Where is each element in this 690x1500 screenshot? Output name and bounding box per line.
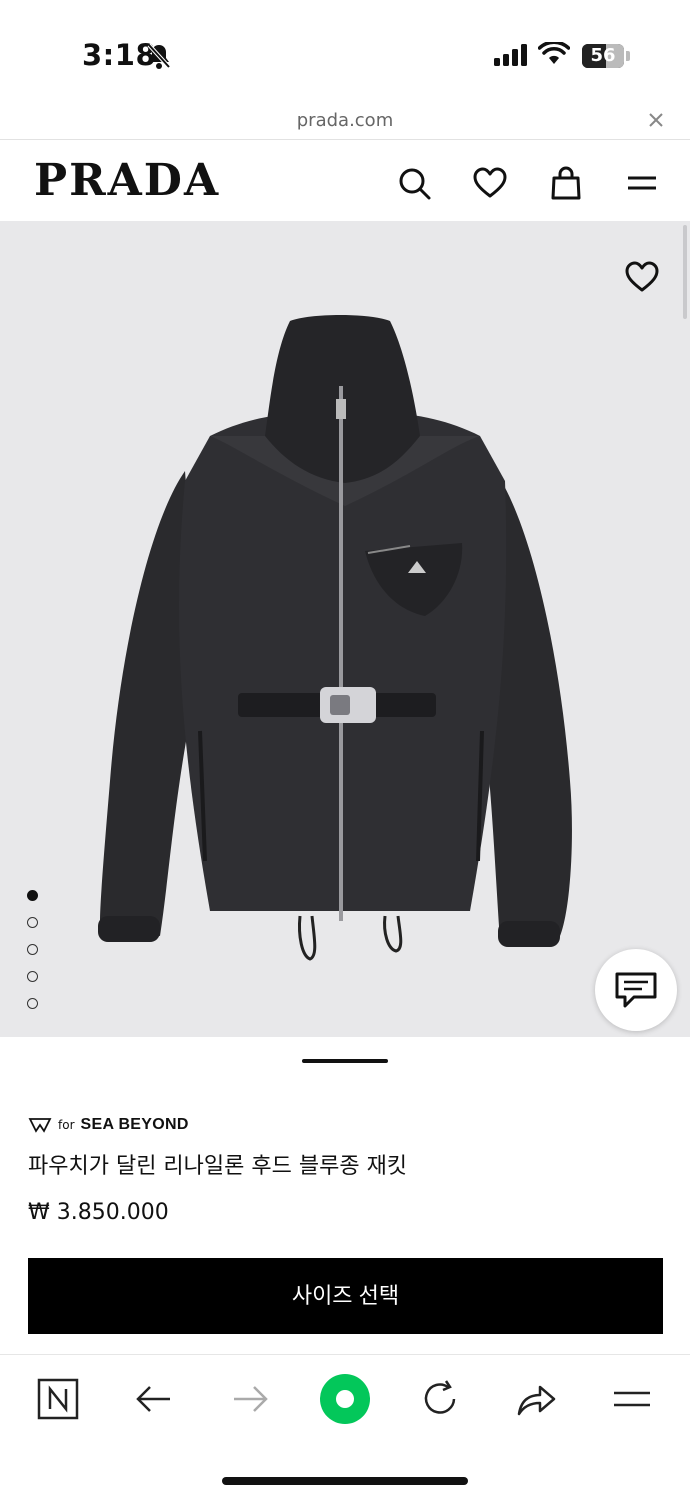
heart-icon[interactable] [472,165,508,201]
wifi-icon [538,42,570,64]
status-bar: 3:18 56 [0,0,690,100]
prada-logo[interactable]: PRADA [34,155,220,206]
gallery-progress [302,1059,388,1063]
slide-dot-5[interactable] [27,998,38,1009]
battery-icon: 56 [582,44,624,68]
favorite-heart-icon[interactable] [624,259,660,295]
back-arrow-icon[interactable] [132,1377,176,1421]
share-icon[interactable] [514,1377,558,1421]
scrollbar[interactable] [683,225,687,319]
heart-logo-icon [28,1118,52,1133]
slide-dot-3[interactable] [27,944,38,955]
menu-icon[interactable] [624,165,660,201]
slide-indicator [27,890,39,1025]
jacket-image [98,315,572,961]
green-home-icon[interactable] [319,1373,371,1425]
menu-icon[interactable] [610,1377,654,1421]
home-indicator [222,1477,468,1485]
slide-dot-2[interactable] [27,917,38,928]
site-header: PRADA [0,141,690,221]
battery-tip [626,51,630,61]
forward-arrow-icon[interactable] [228,1377,272,1421]
shopping-bag-icon[interactable] [548,165,584,201]
close-icon[interactable] [646,110,666,130]
bell-slash-icon [147,43,171,69]
slide-dot-4[interactable] [27,971,38,982]
select-size-button[interactable]: 사이즈 선택 [28,1258,663,1334]
signal-icon [494,44,527,66]
product-title: 파우치가 달린 리나일론 후드 블루종 재킷 [28,1154,408,1179]
product-price: ₩ 3.850.000 [28,1200,169,1225]
badge-brand: SEA BEYOND [80,1116,189,1133]
battery-level: 56 [590,45,616,66]
chat-button[interactable] [595,949,677,1031]
slide-dot-1[interactable] [27,890,38,901]
url-bar[interactable]: prada.com [0,100,690,140]
sea-beyond-badge: for SEA BEYOND [28,1114,189,1136]
naver-icon[interactable] [36,1377,80,1421]
chat-icon [615,972,657,1008]
product-image-gallery[interactable] [0,221,690,1037]
badge-for: for [58,1118,75,1132]
search-icon[interactable] [396,165,432,201]
url-text[interactable]: prada.com [0,110,690,131]
reload-icon[interactable] [418,1377,462,1421]
